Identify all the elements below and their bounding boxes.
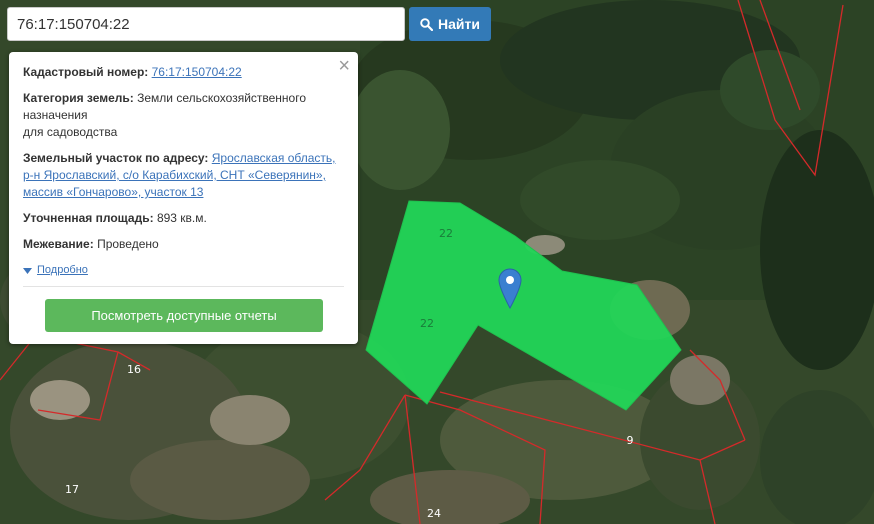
cadastral-number-label: Кадастровый номер: bbox=[23, 65, 149, 79]
address-link-3[interactable]: массив «Гончарово», участок 13 bbox=[23, 185, 203, 199]
search-input[interactable] bbox=[7, 7, 405, 41]
area-label: Уточненная площадь: bbox=[23, 211, 154, 225]
parcel-label: 16 bbox=[127, 363, 141, 376]
survey-value: Проведено bbox=[97, 237, 159, 251]
parcel-label: 22 bbox=[439, 227, 453, 240]
parcel-label: 9 bbox=[627, 434, 634, 447]
survey-row: Межевание: Проведено bbox=[23, 236, 344, 253]
divider bbox=[23, 286, 344, 287]
land-category-row: Категория земель: Земли сельскохозяйстве… bbox=[23, 90, 344, 141]
address-link-2[interactable]: р-н Ярославский, с/о Карабихский, СНТ «С… bbox=[23, 168, 326, 182]
details-toggle[interactable]: Подробно bbox=[23, 262, 344, 279]
caret-down-icon bbox=[23, 267, 32, 274]
search-button[interactable]: Найти bbox=[409, 7, 491, 41]
parcel-label: 22 bbox=[420, 317, 434, 330]
address-label: Земельный участок по адресу: bbox=[23, 151, 209, 165]
address-link[interactable]: Ярославская область, bbox=[212, 151, 336, 165]
land-category-value-2: назначения bbox=[23, 108, 88, 122]
land-category-value: Земли сельскохозяйственного bbox=[137, 91, 307, 105]
parcel-info-panel: × Кадастровый номер: 76:17:150704:22 Кат… bbox=[9, 52, 358, 344]
cadastral-number-row: Кадастровый номер: 76:17:150704:22 bbox=[23, 64, 344, 81]
land-category-label: Категория земель: bbox=[23, 91, 134, 105]
land-category-value-3: для садоводства bbox=[23, 125, 118, 139]
area-value: 893 кв.м. bbox=[156, 211, 207, 225]
survey-label: Межевание: bbox=[23, 237, 94, 251]
cadastral-number-link[interactable]: 76:17:150704:22 bbox=[152, 65, 242, 79]
search-button-label: Найти bbox=[438, 16, 480, 32]
area-row: Уточненная площадь: 893 кв.м. bbox=[23, 210, 344, 227]
search-icon bbox=[420, 17, 434, 31]
close-icon[interactable]: × bbox=[338, 55, 350, 77]
parcel-label: 17 bbox=[65, 483, 79, 496]
address-row: Земельный участок по адресу: Ярославская… bbox=[23, 150, 344, 201]
details-label: Подробно bbox=[37, 264, 88, 276]
parcel-label: 24 bbox=[427, 507, 441, 520]
view-reports-button[interactable]: Посмотреть доступные отчеты bbox=[45, 299, 323, 332]
